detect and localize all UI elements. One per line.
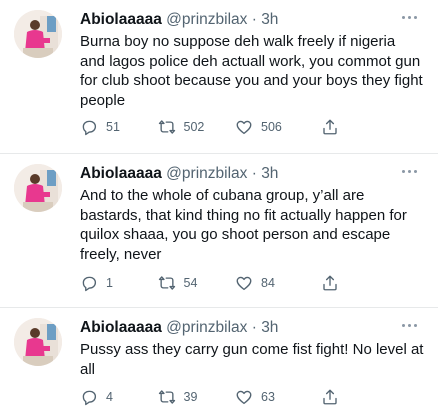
reply-button[interactable]: 4 bbox=[80, 388, 158, 406]
timestamp[interactable]: 3h bbox=[261, 11, 278, 28]
timestamp[interactable]: 3h bbox=[261, 319, 278, 336]
like-count: 63 bbox=[261, 390, 275, 404]
reply-button[interactable]: 1 bbox=[80, 274, 158, 292]
retweet-button[interactable]: 39 bbox=[158, 388, 236, 406]
tweet-text: Pussy ass they carry gun come fist fight… bbox=[80, 341, 424, 378]
share-icon bbox=[322, 275, 337, 291]
tweet-1[interactable]: Abiolaaaaa @prinzbilax · 3h Burna boy no… bbox=[0, 0, 438, 154]
like-count: 506 bbox=[261, 120, 282, 134]
share-icon bbox=[322, 119, 337, 135]
retweet-count: 502 bbox=[183, 120, 205, 134]
more-icon[interactable] bbox=[402, 13, 420, 21]
display-name[interactable]: Abiolaaaaa bbox=[80, 319, 162, 336]
like-button[interactable]: 506 bbox=[235, 118, 313, 136]
retweet-button[interactable]: 502 bbox=[158, 118, 236, 136]
tweet-feed: Abiolaaaaa @prinzbilax · 3h Burna boy no… bbox=[0, 0, 438, 420]
reply-count: 1 bbox=[106, 276, 113, 290]
tweet-actions: 4 39 63 bbox=[80, 388, 398, 406]
more-icon[interactable] bbox=[402, 167, 420, 175]
tweet-header: Abiolaaaaa @prinzbilax · 3h bbox=[80, 164, 398, 184]
share-icon bbox=[322, 389, 337, 405]
separator-dot: · bbox=[251, 319, 257, 336]
share-button[interactable] bbox=[321, 118, 399, 136]
separator-dot: · bbox=[251, 165, 257, 182]
retweet-icon bbox=[158, 120, 175, 134]
tweet-actions: 51 502 506 bbox=[80, 118, 398, 136]
share-button[interactable] bbox=[321, 388, 399, 406]
timestamp[interactable]: 3h bbox=[261, 165, 278, 182]
retweet-count: 39 bbox=[183, 390, 198, 404]
retweet-icon bbox=[158, 276, 175, 290]
display-name[interactable]: Abiolaaaaa bbox=[80, 11, 162, 28]
display-name[interactable]: Abiolaaaaa bbox=[80, 165, 162, 182]
avatar[interactable] bbox=[14, 10, 62, 58]
user-handle[interactable]: @prinzbilax bbox=[166, 319, 247, 336]
tweet-header: Abiolaaaaa @prinzbilax · 3h bbox=[80, 10, 398, 30]
user-handle[interactable]: @prinzbilax bbox=[166, 11, 247, 28]
like-count: 84 bbox=[261, 276, 275, 290]
separator-dot: · bbox=[251, 11, 257, 28]
retweet-count: 54 bbox=[183, 276, 198, 290]
user-handle[interactable]: @prinzbilax bbox=[166, 165, 247, 182]
like-icon bbox=[236, 276, 252, 291]
retweet-button[interactable]: 54 bbox=[158, 274, 236, 292]
avatar[interactable] bbox=[14, 164, 62, 212]
more-icon[interactable] bbox=[402, 321, 420, 329]
retweet-icon bbox=[158, 390, 175, 404]
tweet-actions: 1 54 84 bbox=[80, 274, 398, 292]
reply-count: 4 bbox=[106, 390, 113, 404]
tweet-header: Abiolaaaaa @prinzbilax · 3h bbox=[80, 318, 398, 338]
tweet-3[interactable]: Abiolaaaaa @prinzbilax · 3h Pussy ass th… bbox=[0, 308, 438, 420]
reply-icon bbox=[82, 276, 97, 292]
share-button[interactable] bbox=[321, 274, 399, 292]
like-icon bbox=[236, 120, 252, 135]
reply-count: 51 bbox=[106, 120, 120, 134]
like-button[interactable]: 63 bbox=[235, 388, 313, 406]
tweet-2[interactable]: Abiolaaaaa @prinzbilax · 3h And to the w… bbox=[0, 154, 438, 308]
reply-icon bbox=[82, 120, 97, 136]
avatar[interactable] bbox=[14, 318, 62, 366]
like-icon bbox=[236, 390, 252, 405]
like-button[interactable]: 84 bbox=[235, 274, 313, 292]
tweet-text: Burna boy no suppose deh walk freely if … bbox=[80, 33, 423, 109]
tweet-text: And to the whole of cubana group, y’all … bbox=[80, 187, 407, 263]
reply-button[interactable]: 51 bbox=[80, 118, 158, 136]
reply-icon bbox=[82, 390, 97, 406]
